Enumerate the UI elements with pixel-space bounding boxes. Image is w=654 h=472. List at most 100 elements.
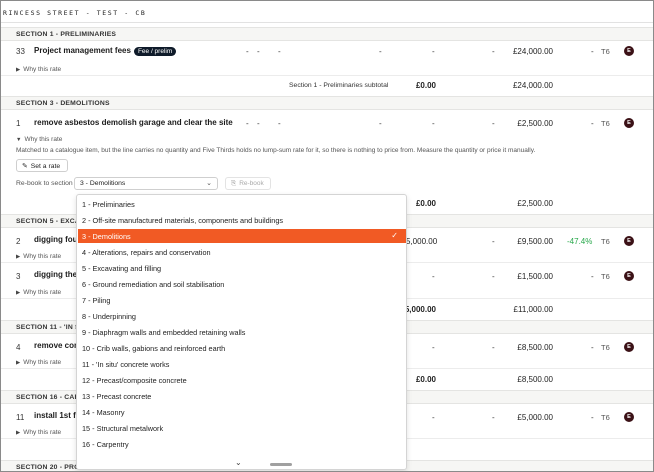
cost-dash: - bbox=[379, 47, 382, 56]
rate-explanation-note: Matched to a catalogue item, but the lin… bbox=[16, 147, 536, 154]
why-this-rate-toggle[interactable]: ▶ Why this rate bbox=[16, 253, 61, 260]
plant-dash: - bbox=[492, 272, 495, 281]
why-this-rate-toggle[interactable]: ▼ Why this rate bbox=[16, 136, 62, 143]
section-option[interactable]: 7 - Piling bbox=[78, 293, 406, 307]
qty-dash: - bbox=[246, 119, 249, 128]
user-avatar[interactable]: E bbox=[624, 118, 634, 128]
expand-triangle-icon: ▶ bbox=[16, 360, 21, 366]
unit-dash: - bbox=[257, 47, 260, 56]
pencil-icon: ✎ bbox=[22, 163, 28, 170]
variance-percent: -47.4% bbox=[567, 237, 593, 246]
subtotal-amount: £11,000.00 bbox=[513, 305, 553, 314]
subtotal-amount: £2,500.00 bbox=[517, 199, 553, 208]
user-avatar[interactable]: E bbox=[624, 412, 634, 422]
labour-dash: - bbox=[432, 47, 435, 56]
resize-handle[interactable] bbox=[270, 463, 292, 466]
user-avatar[interactable]: E bbox=[624, 46, 634, 56]
trade-code: T6 bbox=[601, 237, 610, 246]
chevron-down-icon: ⌄ bbox=[206, 180, 212, 187]
row-description-text: Project management fees bbox=[34, 46, 131, 55]
collapse-triangle-icon: ▼ bbox=[16, 137, 22, 143]
row-description[interactable]: digging fou bbox=[34, 235, 78, 244]
why-this-rate-toggle[interactable]: ▶ Why this rate bbox=[16, 66, 61, 73]
rebook-icon: ⎘ bbox=[231, 180, 237, 187]
why-this-rate-toggle[interactable]: ▶ Why this rate bbox=[16, 359, 61, 366]
unit-dash: - bbox=[257, 119, 260, 128]
section-option[interactable]: 11 - 'In situ' concrete works bbox=[78, 357, 406, 371]
trade-code: T6 bbox=[601, 47, 610, 56]
row-amount: £8,500.00 bbox=[517, 343, 553, 352]
row-number: 2 bbox=[16, 237, 21, 246]
section-option-selected[interactable]: 3 - Demolitions ✓ bbox=[78, 229, 406, 243]
row-description[interactable]: remove asbestos demolish garage and clea… bbox=[34, 118, 233, 127]
section-option[interactable]: 8 - Underpinning bbox=[78, 309, 406, 323]
expand-triangle-icon: ▶ bbox=[16, 430, 21, 436]
expand-triangle-icon: ▶ bbox=[16, 290, 21, 296]
labour-dash: - bbox=[432, 119, 435, 128]
row-description[interactable]: Project management fees Fee / prelim bbox=[34, 46, 177, 56]
rebook-section-select[interactable]: 3 - Demolitions ⌄ bbox=[74, 177, 218, 190]
variance-dash: - bbox=[591, 343, 594, 352]
variance-dash: - bbox=[591, 119, 594, 128]
plant-dash: - bbox=[492, 237, 495, 246]
row-description[interactable]: remove con bbox=[34, 341, 79, 350]
user-avatar[interactable]: E bbox=[624, 271, 634, 281]
labour-dash: - bbox=[432, 272, 435, 281]
rebook-button[interactable]: ⎘ Re-book bbox=[225, 177, 271, 190]
section-option[interactable]: 15 - Structural metalwork bbox=[78, 421, 406, 435]
rebook-selected-value: 3 - Demolitions bbox=[80, 180, 126, 187]
expand-triangle-icon: ▶ bbox=[16, 254, 21, 260]
section-option[interactable]: 9 - Diaphragm walls and embedded retaini… bbox=[78, 325, 406, 339]
subtotal-amount: £8,500.00 bbox=[517, 375, 553, 384]
section-header-1[interactable]: SECTION 1 - PRELIMINARIES bbox=[1, 27, 653, 41]
labour-dash: - bbox=[432, 413, 435, 422]
section-option[interactable]: 1 - Preliminaries bbox=[78, 197, 406, 211]
fee-prelim-badge: Fee / prelim bbox=[133, 47, 177, 56]
rebook-section-dropdown[interactable]: 1 - Preliminaries 2 - Off-site manufactu… bbox=[76, 194, 407, 470]
row-number: 11 bbox=[16, 413, 25, 422]
project-title: RINCESS STREET - TEST - CB bbox=[1, 1, 653, 23]
user-avatar[interactable]: E bbox=[624, 342, 634, 352]
why-this-rate-toggle[interactable]: ▶ Why this rate bbox=[16, 289, 61, 296]
subtotal-zero: £0.00 bbox=[415, 81, 436, 90]
trade-code: T6 bbox=[601, 272, 610, 281]
subtotal-zero: £0.00 bbox=[415, 199, 436, 208]
row-amount: £9,500.00 bbox=[517, 237, 553, 246]
trade-code: T6 bbox=[601, 119, 610, 128]
row-rate: 5,000.00 bbox=[406, 237, 438, 246]
rate-dash: - bbox=[278, 119, 281, 128]
scroll-down-chevron-icon[interactable]: ⌄ bbox=[235, 458, 242, 467]
plant-dash: - bbox=[492, 119, 495, 128]
section-option[interactable]: 5 - Excavating and filling bbox=[78, 261, 406, 275]
qty-dash: - bbox=[246, 47, 249, 56]
section-option[interactable]: 16 - Carpentry bbox=[78, 437, 406, 451]
section-option[interactable]: 12 - Precast/composite concrete bbox=[78, 373, 406, 387]
section-option[interactable]: 13 - Precast concrete bbox=[78, 389, 406, 403]
user-avatar[interactable]: E bbox=[624, 236, 634, 246]
section-option-label: 3 - Demolitions bbox=[82, 232, 131, 241]
variance-dash: - bbox=[591, 272, 594, 281]
section-option[interactable]: 4 - Alterations, repairs and conservatio… bbox=[78, 245, 406, 259]
check-icon: ✓ bbox=[391, 231, 398, 240]
trade-code: T6 bbox=[601, 413, 610, 422]
trade-code: T6 bbox=[601, 343, 610, 352]
estimate-window: RINCESS STREET - TEST - CB SECTION 1 - P… bbox=[0, 0, 654, 472]
section-header-3[interactable]: SECTION 3 - DEMOLITIONS bbox=[1, 96, 653, 110]
section-option[interactable]: 2 - Off-site manufactured materials, com… bbox=[78, 213, 406, 227]
plant-dash: - bbox=[492, 413, 495, 422]
variance-dash: - bbox=[591, 413, 594, 422]
why-this-rate-toggle[interactable]: ▶ Why this rate bbox=[16, 429, 61, 436]
set-rate-button[interactable]: ✎ Set a rate bbox=[16, 159, 68, 172]
row-number: 4 bbox=[16, 343, 21, 352]
subtotal-zero: £0.00 bbox=[415, 375, 436, 384]
cost-dash: - bbox=[379, 119, 382, 128]
row-amount: £1,500.00 bbox=[517, 272, 553, 281]
row-amount: £5,000.00 bbox=[517, 413, 553, 422]
rate-dash: - bbox=[278, 47, 281, 56]
subtotal-amount: £24,000.00 bbox=[512, 81, 553, 90]
section-option[interactable]: 10 - Crib walls, gabions and reinforced … bbox=[78, 341, 406, 355]
section-option[interactable]: 6 - Ground remediation and soil stabilis… bbox=[78, 277, 406, 291]
expand-triangle-icon: ▶ bbox=[16, 67, 21, 73]
row-description[interactable]: digging the bbox=[34, 270, 77, 279]
section-option[interactable]: 14 - Masonry bbox=[78, 405, 406, 419]
